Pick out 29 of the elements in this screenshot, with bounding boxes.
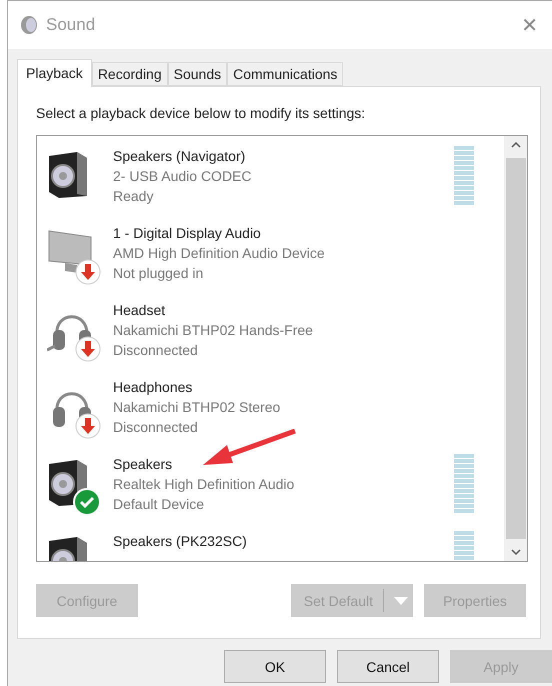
device-name: Headset — [113, 301, 166, 320]
speaker-icon — [47, 150, 89, 200]
device-status: Ready — [113, 187, 154, 206]
device-name: Speakers — [113, 455, 172, 474]
device-name: Speakers (Navigator) — [113, 147, 246, 166]
window-title: Sound — [46, 15, 96, 35]
device-status: Disconnected — [113, 341, 198, 360]
device-driver: 2- USB Audio CODEC — [113, 167, 252, 186]
speaker-icon — [20, 15, 38, 35]
device-status: Not plugged in — [113, 264, 204, 283]
close-button[interactable]: ✕ — [517, 13, 542, 37]
dialog-button[interactable]: Cancel — [337, 650, 439, 683]
tab[interactable]: Recording — [92, 62, 168, 86]
device-status: Default Device — [113, 495, 204, 514]
device-driver: Nakamichi BTHP02 Hands-Free — [113, 321, 313, 340]
device-status: Disconnected — [113, 418, 198, 437]
device-driver: AMD High Definition Audio Device — [113, 244, 325, 263]
instruction-text: Select a playback device below to modify its settings: — [36, 105, 366, 121]
device-name: Headphones — [113, 378, 192, 397]
device-driver: Nakamichi BTHP02 Stereo — [113, 398, 280, 417]
scrollbar[interactable] — [504, 136, 527, 561]
device-driver: Realtek High Definition Audio — [113, 475, 294, 494]
tab[interactable]: Communications — [227, 62, 344, 86]
dialog-button[interactable]: OK — [224, 650, 326, 683]
device-name: 1 - Digital Display Audio — [113, 224, 261, 243]
tab[interactable]: Playback — [17, 59, 92, 87]
scroll-thumb[interactable] — [506, 158, 526, 539]
device-name: Speakers (PK232SC) — [113, 532, 247, 551]
tab[interactable]: Sounds — [168, 62, 228, 86]
